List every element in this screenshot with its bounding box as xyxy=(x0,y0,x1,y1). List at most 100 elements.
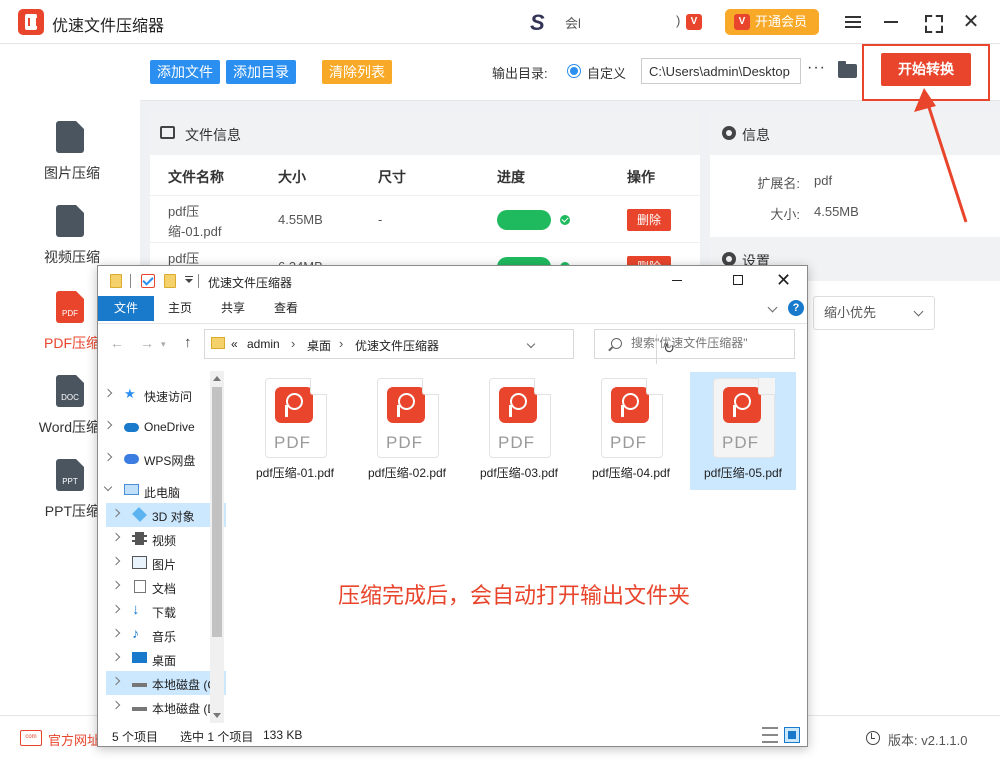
scrollbar-thumb[interactable] xyxy=(212,387,222,637)
app-titlebar: 优速文件压缩器 S 会l ) V V 开通会员 ✕ xyxy=(0,0,1000,44)
minimize-icon[interactable] xyxy=(879,10,903,34)
expand-arrow-icon[interactable] xyxy=(111,628,121,638)
scroll-up-icon[interactable] xyxy=(213,376,221,381)
up-arrow-icon[interactable]: ↑ xyxy=(184,334,192,351)
collapse-arrow-icon[interactable] xyxy=(103,482,113,492)
expand-arrow-icon[interactable] xyxy=(103,452,113,462)
size-value: 4.55MB xyxy=(814,204,859,219)
user-avatar-icon[interactable]: S xyxy=(530,10,545,36)
user-name[interactable]: 会l xyxy=(565,13,581,32)
forward-arrow-icon[interactable]: → xyxy=(140,335,154,351)
pdf-file-icon: PDF xyxy=(489,378,551,458)
chevron-down-icon[interactable] xyxy=(767,302,778,313)
maximize-icon[interactable] xyxy=(733,275,743,285)
file-item-selected[interactable]: PDF pdf压缩-05.pdf xyxy=(690,372,796,490)
expand-arrow-icon[interactable] xyxy=(111,604,121,614)
expand-arrow-icon[interactable] xyxy=(111,556,121,566)
doc-file-icon: DOC xyxy=(56,375,84,407)
navigation-scrollbar[interactable] xyxy=(210,371,224,723)
extension-key: 扩展名: xyxy=(757,176,800,191)
table-row[interactable]: pdf压缩-01.pdf 4.55MB - 删除 xyxy=(150,195,700,243)
custom-output-radio[interactable] xyxy=(567,64,581,78)
customize-toolbar-icon[interactable] xyxy=(185,276,193,283)
expand-arrow-icon[interactable] xyxy=(111,676,121,686)
tree-item-music[interactable]: ♪ 音乐 xyxy=(106,623,226,647)
tree-item-downloads[interactable]: ↓ 下载 xyxy=(106,599,226,623)
official-site-link[interactable]: 官方网址 xyxy=(48,730,100,749)
tree-item-this-pc[interactable]: 此电脑 xyxy=(98,479,226,503)
file-item[interactable]: PDF pdf压缩-03.pdf xyxy=(466,372,572,490)
expand-arrow-icon[interactable] xyxy=(111,508,121,518)
folder-icon[interactable] xyxy=(838,61,857,78)
output-path-input[interactable] xyxy=(641,58,801,84)
minimize-icon[interactable] xyxy=(672,280,682,281)
pdf-file-icon: PDF xyxy=(713,378,775,458)
vip-badge-icon: V xyxy=(686,14,702,30)
tab-view[interactable]: 查看 xyxy=(274,296,298,321)
file-item[interactable]: PDF pdf压缩-04.pdf xyxy=(578,372,684,490)
address-dropdown-icon[interactable] xyxy=(526,339,536,349)
explorer-titlebar: 优速文件压缩器 ✕ xyxy=(98,266,807,296)
close-icon[interactable]: ✕ xyxy=(776,270,791,291)
add-file-button[interactable]: 添加文件 xyxy=(150,60,220,84)
recent-dropdown-icon[interactable]: ▾ xyxy=(161,339,166,350)
compression-priority-select[interactable]: 缩小优先 xyxy=(813,296,935,330)
tree-item-label: 下载 xyxy=(152,606,177,620)
file-item[interactable]: PDF pdf压缩-01.pdf xyxy=(242,372,348,490)
search-input[interactable] xyxy=(631,336,791,350)
expand-arrow-icon[interactable] xyxy=(111,652,121,662)
selected-size: 133 KB xyxy=(263,728,303,742)
pdf-file-icon: PDF xyxy=(601,378,663,458)
breadcrumb-desktop[interactable]: 桌面 xyxy=(307,337,331,354)
back-arrow-icon[interactable]: ← xyxy=(110,335,124,351)
new-folder-icon[interactable] xyxy=(164,274,176,288)
help-icon[interactable]: ? xyxy=(788,300,804,316)
expand-arrow-icon[interactable] xyxy=(111,532,121,542)
tree-item-wps-cloud[interactable]: WPS网盘 xyxy=(98,447,226,471)
tree-item-label: 文档 xyxy=(152,582,177,596)
expand-arrow-icon[interactable] xyxy=(111,580,121,590)
tree-item-desktop[interactable]: 桌面 xyxy=(106,647,226,671)
expand-arrow-icon[interactable] xyxy=(111,700,121,710)
version-value: v2.1.1.0 xyxy=(921,733,968,748)
tree-item-drive-c[interactable]: 本地磁盘 (C xyxy=(106,671,226,695)
search-box[interactable] xyxy=(594,329,795,359)
drive-icon xyxy=(132,677,147,687)
breadcrumb-folder[interactable]: 优速文件压缩器 xyxy=(355,337,439,354)
tree-item-onedrive[interactable]: OneDrive xyxy=(98,415,226,439)
file-item[interactable]: PDF pdf压缩-02.pdf xyxy=(354,372,460,490)
add-directory-button[interactable]: 添加目录 xyxy=(226,60,296,84)
clear-list-button[interactable]: 清除列表 xyxy=(322,60,392,84)
address-bar[interactable]: « admin › 桌面 › 优速文件压缩器 ↻ xyxy=(204,329,675,364)
tree-item-documents[interactable]: 文档 xyxy=(106,575,226,599)
expand-arrow-icon[interactable] xyxy=(103,420,113,430)
tree-item-drive-d[interactable]: 本地磁盘 (D xyxy=(106,695,226,719)
maximize-icon[interactable] xyxy=(920,10,944,34)
breadcrumb-admin[interactable]: admin xyxy=(247,337,280,351)
properties-icon[interactable] xyxy=(141,274,155,288)
large-icons-view-icon[interactable] xyxy=(784,727,800,743)
tree-item-3d-objects[interactable]: 3D 对象 xyxy=(106,503,226,527)
chevron-down-icon xyxy=(913,306,924,317)
tree-item-quick-access[interactable]: ★ 快速访问 xyxy=(98,383,226,407)
menu-icon[interactable] xyxy=(841,10,865,34)
scroll-down-icon[interactable] xyxy=(213,713,221,718)
expand-arrow-icon[interactable] xyxy=(103,388,113,398)
tab-share[interactable]: 共享 xyxy=(221,296,245,321)
tree-item-pictures[interactable]: 图片 xyxy=(106,551,226,575)
more-icon[interactable]: ··· xyxy=(807,59,826,77)
delete-button[interactable]: 删除 xyxy=(627,209,671,231)
pdf-logo-icon xyxy=(723,387,761,423)
details-view-icon[interactable] xyxy=(762,727,778,743)
address-overflow[interactable]: « xyxy=(231,337,238,351)
tab-file[interactable]: 文件 xyxy=(98,296,154,321)
tree-item-videos[interactable]: 视频 xyxy=(106,527,226,551)
tab-home[interactable]: 主页 xyxy=(168,296,192,321)
close-icon[interactable]: ✕ xyxy=(959,10,983,34)
sidebar-item-image[interactable]: 图片压缩 xyxy=(0,121,140,201)
custom-output-label[interactable]: 自定义 xyxy=(587,63,626,82)
file-name: pdf压缩-01.pdf xyxy=(255,466,335,480)
start-convert-button[interactable]: 开始转换 xyxy=(881,53,971,86)
vip-button[interactable]: V 开通会员 xyxy=(725,9,819,35)
clock-icon xyxy=(866,731,880,745)
